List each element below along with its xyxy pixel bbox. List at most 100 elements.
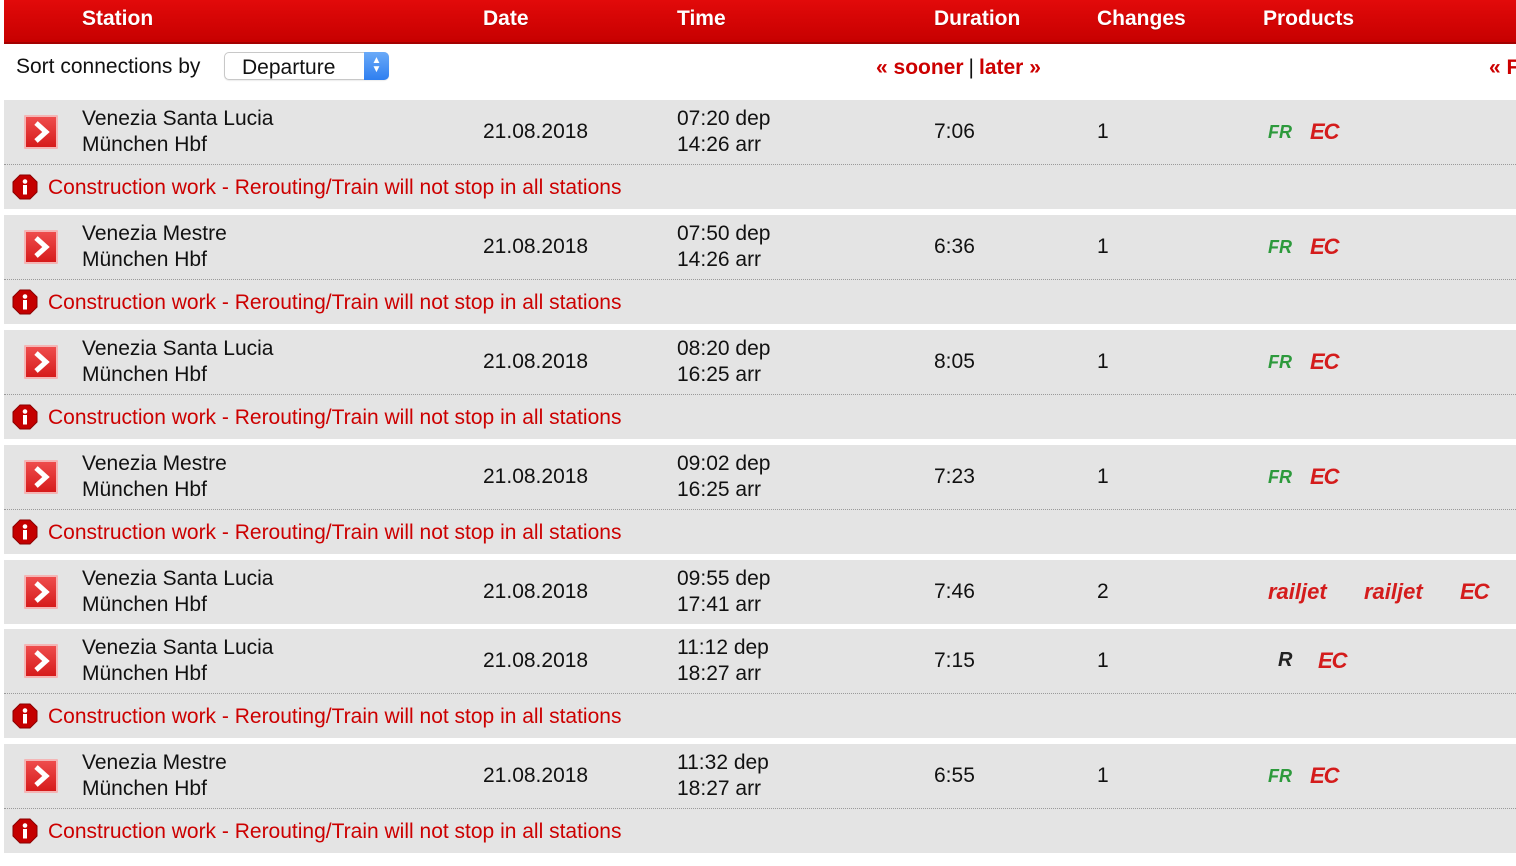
station-to: München Hbf: [82, 777, 207, 800]
pager-right-link[interactable]: « F: [1489, 56, 1516, 80]
travel-date: 21.08.2018: [483, 465, 589, 488]
details-button[interactable]: [24, 460, 58, 494]
changes-count: 1: [1097, 235, 1109, 258]
product-ec[interactable]: EC: [1310, 119, 1340, 145]
arrival-time: 16:25 arr: [677, 478, 762, 501]
product-fr[interactable]: FR: [1268, 122, 1292, 143]
construction-notice: Construction work - Rerouting/Train will…: [4, 510, 1516, 554]
notice-text: Construction work - Rerouting/Train will…: [48, 176, 622, 199]
product-railjet[interactable]: railjet: [1364, 579, 1423, 605]
construction-notice: Construction work - Rerouting/Train will…: [4, 694, 1516, 738]
departure-time: 09:02 dep: [677, 452, 771, 475]
connection-row[interactable]: Venezia Santa Lucia München Hbf 21.08.2018…: [4, 330, 1516, 395]
travel-date: 21.08.2018: [483, 235, 589, 258]
connection-row[interactable]: Venezia Santa Lucia München Hbf 21.08.2018…: [4, 560, 1516, 624]
product-ec[interactable]: EC: [1310, 234, 1340, 260]
arrival-time: 14:26 arr: [677, 133, 762, 156]
station-to: München Hbf: [82, 662, 207, 685]
product-ec[interactable]: EC: [1310, 349, 1340, 375]
info-icon: [12, 174, 38, 200]
construction-notice: Construction work - Rerouting/Train will…: [4, 280, 1516, 324]
departure-time: 07:20 dep: [677, 107, 771, 130]
connection-row[interactable]: Venezia Mestre München Hbf 21.08.2018 09:02…: [4, 445, 1516, 510]
product-fr[interactable]: FR: [1268, 352, 1292, 373]
results-header: Station Date Time Duration Changes Produ…: [4, 0, 1516, 44]
details-button[interactable]: [24, 115, 58, 149]
product-ec[interactable]: EC: [1310, 464, 1340, 490]
departure-time: 07:50 dep: [677, 222, 771, 245]
header-products[interactable]: Products: [1263, 7, 1354, 31]
header-date[interactable]: Date: [483, 7, 529, 31]
product-fr[interactable]: FR: [1268, 766, 1292, 787]
station-to: München Hbf: [82, 478, 207, 501]
station-to: München Hbf: [82, 363, 207, 386]
station-from: Venezia Mestre: [82, 452, 227, 475]
travel-date: 21.08.2018: [483, 580, 589, 603]
product-railjet[interactable]: railjet: [1268, 579, 1327, 605]
info-icon: [12, 818, 38, 844]
travel-date: 21.08.2018: [483, 764, 589, 787]
details-button[interactable]: [24, 575, 58, 609]
header-station[interactable]: Station: [82, 7, 153, 31]
travel-date: 21.08.2018: [483, 120, 589, 143]
notice-text: Construction work - Rerouting/Train will…: [48, 521, 622, 544]
chevron-right-icon: [34, 121, 50, 143]
sooner-link[interactable]: « sooner: [876, 56, 964, 79]
product-r[interactable]: R: [1278, 649, 1292, 672]
later-link[interactable]: later »: [979, 56, 1041, 79]
station-to: München Hbf: [82, 133, 207, 156]
header-changes[interactable]: Changes: [1097, 7, 1186, 31]
info-icon: [12, 404, 38, 430]
connection-row[interactable]: Venezia Mestre München Hbf 21.08.2018 11:32…: [4, 744, 1516, 809]
notice-text: Construction work - Rerouting/Train will…: [48, 705, 622, 728]
chevron-right-icon: [34, 351, 50, 373]
departure-time: 11:12 dep: [677, 636, 769, 659]
connections-page: Station Date Time Duration Changes Produ…: [0, 0, 1516, 866]
chevron-right-icon: [34, 466, 50, 488]
details-button[interactable]: [24, 759, 58, 793]
duration: 7:15: [934, 649, 975, 672]
duration: 7:23: [934, 465, 975, 488]
sort-select[interactable]: Departure ▲ ▼: [224, 52, 389, 80]
construction-notice: Construction work - Rerouting/Train will…: [4, 165, 1516, 209]
connection-row[interactable]: Venezia Santa Lucia München Hbf 21.08.2018…: [4, 100, 1516, 165]
station-from: Venezia Santa Lucia: [82, 337, 274, 360]
chevron-right-icon: [34, 765, 50, 787]
product-ec[interactable]: EC: [1460, 579, 1490, 605]
station-from: Venezia Santa Lucia: [82, 107, 274, 130]
chevron-right-icon: [34, 650, 50, 672]
details-button[interactable]: [24, 345, 58, 379]
product-ec[interactable]: EC: [1318, 648, 1348, 674]
departure-time: 08:20 dep: [677, 337, 771, 360]
station-from: Venezia Mestre: [82, 222, 227, 245]
details-button[interactable]: [24, 230, 58, 264]
updown-arrows-icon: ▲ ▼: [364, 52, 389, 80]
header-time[interactable]: Time: [677, 7, 726, 31]
details-button[interactable]: [24, 644, 58, 678]
chevron-right-icon: [34, 236, 50, 258]
product-fr[interactable]: FR: [1268, 237, 1292, 258]
arrival-time: 18:27 arr: [677, 777, 762, 800]
sort-label: Sort connections by: [16, 55, 201, 78]
changes-count: 1: [1097, 764, 1109, 787]
notice-text: Construction work - Rerouting/Train will…: [48, 291, 622, 314]
info-icon: [12, 703, 38, 729]
header-duration[interactable]: Duration: [934, 7, 1020, 31]
connection-row[interactable]: Venezia Mestre München Hbf 21.08.2018 07:50…: [4, 215, 1516, 280]
duration: 7:46: [934, 580, 975, 603]
notice-text: Construction work - Rerouting/Train will…: [48, 406, 622, 429]
station-to: München Hbf: [82, 248, 207, 271]
product-fr[interactable]: FR: [1268, 467, 1292, 488]
duration: 6:55: [934, 764, 975, 787]
departure-time: 09:55 dep: [677, 567, 771, 590]
changes-count: 1: [1097, 649, 1109, 672]
changes-count: 1: [1097, 465, 1109, 488]
arrival-time: 16:25 arr: [677, 363, 762, 386]
arrival-time: 18:27 arr: [677, 662, 762, 685]
station-from: Venezia Santa Lucia: [82, 567, 274, 590]
chevron-right-icon: [34, 581, 50, 603]
connection-row[interactable]: Venezia Santa Lucia München Hbf 21.08.2018…: [4, 629, 1516, 694]
departure-time: 11:32 dep: [677, 751, 769, 774]
product-ec[interactable]: EC: [1310, 763, 1340, 789]
sort-bar: Sort connections by Departure ▲ ▼ « soone…: [0, 44, 1516, 100]
